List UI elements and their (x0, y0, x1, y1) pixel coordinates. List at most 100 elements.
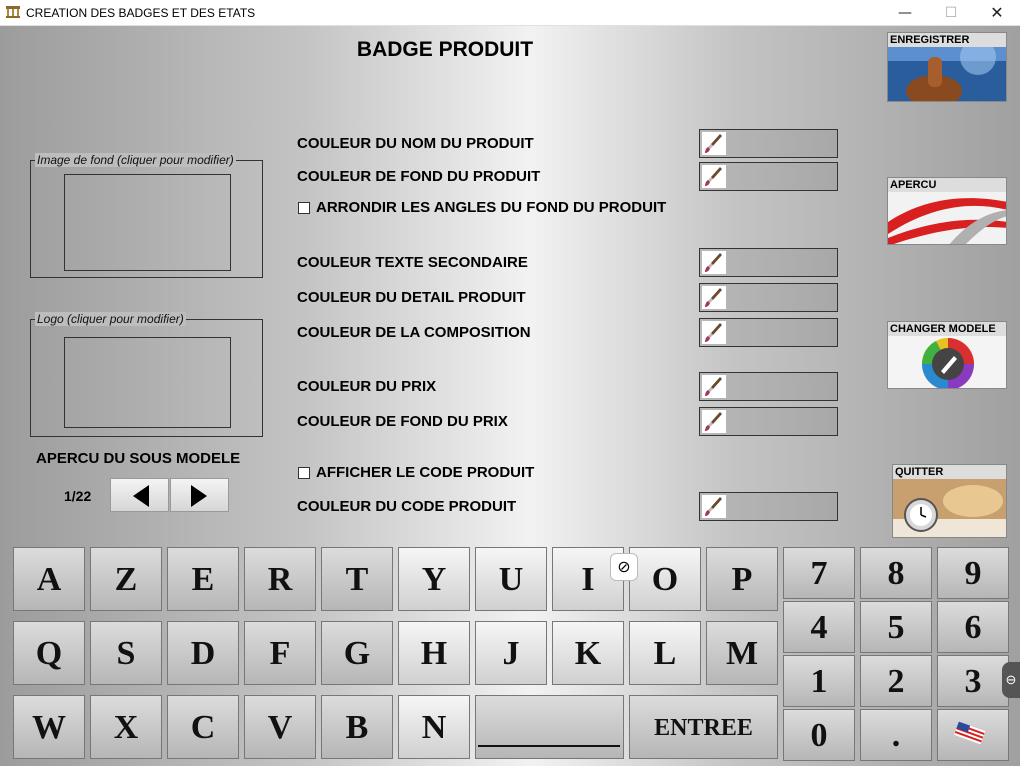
key-W[interactable]: W (13, 695, 85, 759)
touch-finger-icon (888, 47, 1006, 101)
maximize-button[interactable]: ☐ (928, 0, 974, 26)
next-submodel-button[interactable] (170, 478, 229, 512)
secondary-text-color-field[interactable] (699, 248, 838, 277)
space-bar-line (478, 745, 620, 747)
key-9[interactable]: 9 (937, 547, 1009, 599)
key-7[interactable]: 7 (783, 547, 855, 599)
window-title: CREATION DES BADGES ET DES ETATS (26, 6, 256, 20)
key-Z[interactable]: Z (90, 547, 162, 611)
key-3[interactable]: 3 (937, 655, 1009, 707)
show-code-checkbox[interactable] (298, 467, 310, 479)
product-detail-color-label: COULEUR DU DETAIL PRODUIT (297, 289, 526, 306)
composition-color-label: COULEUR DE LA COMPOSITION (297, 324, 531, 341)
key-1[interactable]: 1 (783, 655, 855, 707)
round-corners-label[interactable]: ARRONDIR LES ANGLES DU FOND DU PRODUIT (316, 199, 666, 216)
quit-button-label: QUITTER (895, 466, 944, 478)
key-N[interactable]: N (398, 695, 470, 759)
save-button-label: ENREGISTRER (890, 34, 970, 46)
key-X[interactable]: X (90, 695, 162, 759)
background-image-box[interactable]: Image de fond (cliquer pour modifier) (30, 153, 263, 278)
round-corners-checkbox[interactable] (298, 202, 310, 214)
key-D[interactable]: D (167, 621, 239, 685)
arrow-right-icon (191, 485, 207, 507)
key-dot[interactable]: . (860, 709, 932, 761)
key-T[interactable]: T (321, 547, 393, 611)
logo-legend: Logo (cliquer pour modifier) (35, 312, 186, 326)
save-button[interactable]: ENREGISTRER (887, 32, 1007, 102)
key-A[interactable]: A (13, 547, 85, 611)
key-P[interactable]: P (706, 547, 778, 611)
page-title: BADGE PRODUIT (356, 38, 534, 61)
key-Q[interactable]: Q (13, 621, 85, 685)
preview-button[interactable]: APERCU (887, 177, 1007, 245)
product-code-color-label: COULEUR DU CODE PRODUIT (297, 498, 517, 515)
logo-preview[interactable] (64, 337, 231, 428)
price-background-color-label: COULEUR DE FOND DU PRIX (297, 413, 508, 430)
title-bar: CREATION DES BADGES ET DES ETATS — ☐ ✕ (0, 0, 1020, 26)
key-K[interactable]: K (552, 621, 624, 685)
background-image-legend: Image de fond (cliquer pour modifier) (35, 153, 236, 167)
brush-icon[interactable] (702, 375, 726, 398)
cancel-icon[interactable]: ⊘ (610, 553, 638, 581)
key-6[interactable]: 6 (937, 601, 1009, 653)
product-name-color-label: COULEUR DU NOM DU PRODUIT (297, 135, 534, 152)
color-wheel-icon (888, 336, 1006, 388)
logo-box[interactable]: Logo (cliquer pour modifier) (30, 312, 263, 437)
previous-submodel-button[interactable] (110, 478, 169, 512)
product-detail-color-field[interactable] (699, 283, 838, 312)
product-background-color-label: COULEUR DE FOND DU PRODUIT (297, 168, 541, 185)
composition-color-field[interactable] (699, 318, 838, 347)
brush-icon[interactable] (702, 321, 726, 344)
minimize-button[interactable]: — (882, 0, 928, 26)
submodel-page-counter: 1/22 (64, 488, 92, 504)
key-0[interactable]: 0 (783, 709, 855, 761)
preview-swoosh-icon (888, 192, 1006, 244)
quit-button[interactable]: QUITTER (892, 464, 1007, 538)
enter-key[interactable]: ENTREE (629, 695, 778, 759)
key-V[interactable]: V (244, 695, 316, 759)
key-M[interactable]: M (706, 621, 778, 685)
key-E[interactable]: E (167, 547, 239, 611)
key-L[interactable]: L (629, 621, 701, 685)
preview-button-label: APERCU (890, 179, 937, 191)
price-color-field[interactable] (699, 372, 838, 401)
key-8[interactable]: 8 (860, 547, 932, 599)
key-G[interactable]: G (321, 621, 393, 685)
arrow-left-icon (133, 485, 149, 507)
key-F[interactable]: F (244, 621, 316, 685)
price-background-color-field[interactable] (699, 407, 838, 436)
brush-icon[interactable] (702, 410, 726, 433)
key-O[interactable]: O (629, 547, 701, 611)
key-2[interactable]: 2 (860, 655, 932, 707)
brush-icon[interactable] (702, 251, 726, 274)
brush-icon[interactable] (702, 286, 726, 309)
product-name-color-field[interactable] (699, 129, 838, 158)
key-R[interactable]: R (244, 547, 316, 611)
close-button[interactable]: ✕ (974, 0, 1020, 26)
price-color-label: COULEUR DU PRIX (297, 378, 437, 395)
change-model-button[interactable]: CHANGER MODELE (887, 321, 1007, 389)
key-C[interactable]: C (167, 695, 239, 759)
brush-icon[interactable] (702, 132, 726, 155)
space-key[interactable] (475, 695, 624, 759)
alarm-clock-icon (893, 479, 1006, 537)
flag-icon (954, 721, 986, 744)
key-4[interactable]: 4 (783, 601, 855, 653)
app-icon (6, 6, 20, 18)
background-image-preview[interactable] (64, 174, 231, 271)
key-Y[interactable]: Y (398, 547, 470, 611)
side-panel-tab[interactable]: ⊖ (1002, 662, 1020, 698)
key-U[interactable]: U (475, 547, 547, 611)
key-H[interactable]: H (398, 621, 470, 685)
key-J[interactable]: J (475, 621, 547, 685)
key-S[interactable]: S (90, 621, 162, 685)
product-background-color-field[interactable] (699, 162, 838, 191)
product-code-color-field[interactable] (699, 492, 838, 521)
secondary-text-color-label: COULEUR TEXTE SECONDAIRE (297, 254, 528, 271)
key-5[interactable]: 5 (860, 601, 932, 653)
submodel-label: APERCU DU SOUS MODELE (36, 450, 241, 467)
brush-icon[interactable] (702, 165, 726, 188)
key-B[interactable]: B (321, 695, 393, 759)
show-code-label[interactable]: AFFICHER LE CODE PRODUIT (316, 464, 534, 481)
brush-icon[interactable] (702, 495, 726, 518)
